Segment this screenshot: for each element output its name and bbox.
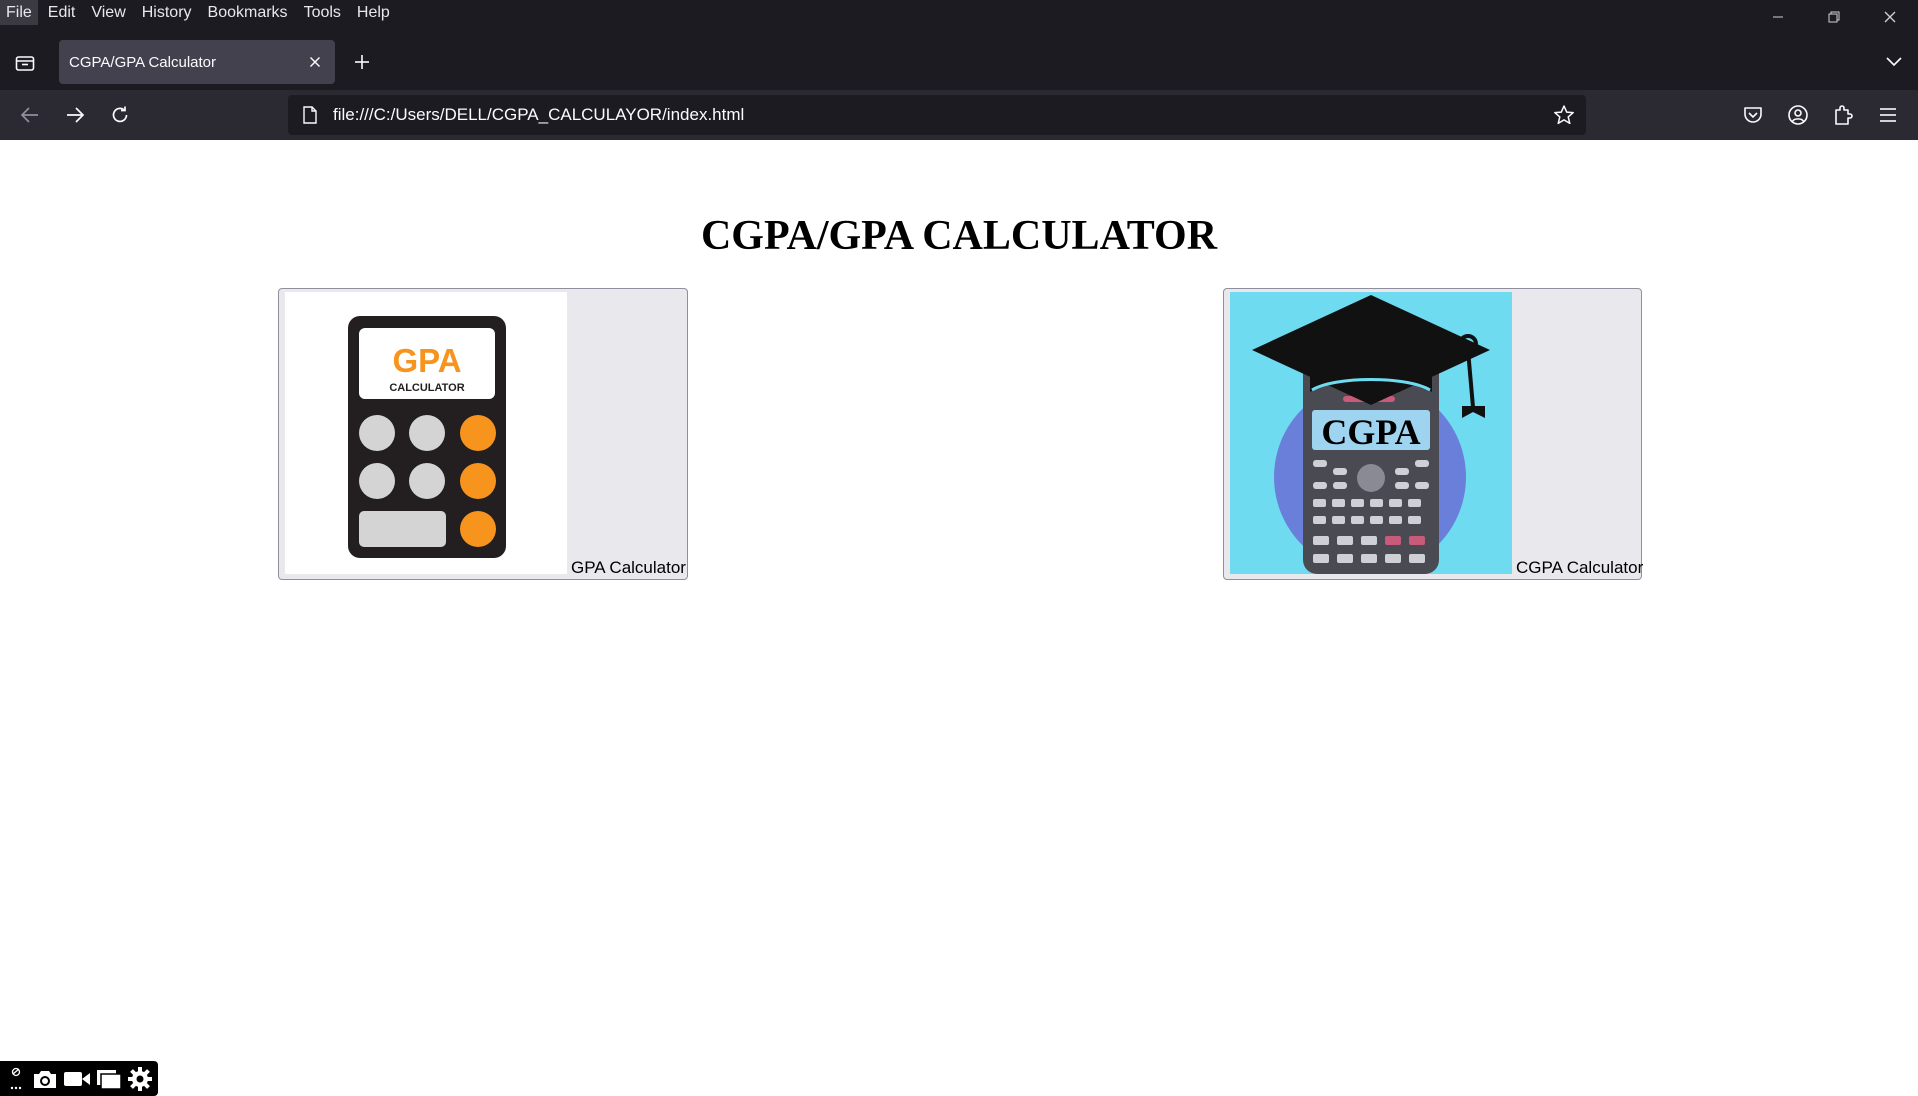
url-bar[interactable]: file:///C:/Users/DELL/CGPA_CALCULAYOR/in… bbox=[288, 95, 1586, 135]
cgpa-calculator-image: CGPA bbox=[1230, 292, 1512, 574]
new-tab-button[interactable] bbox=[348, 48, 376, 76]
close-window-button[interactable] bbox=[1862, 0, 1918, 34]
record-video-button[interactable] bbox=[63, 1064, 91, 1094]
account-icon bbox=[1788, 105, 1808, 125]
menu-view[interactable]: View bbox=[85, 0, 131, 25]
pin-icon bbox=[10, 1067, 21, 1089]
forward-arrow-icon bbox=[67, 107, 85, 123]
page-content: CGPA/GPA CALCULATOR GPA CALCULATOR GPA C… bbox=[0, 140, 1918, 1096]
tab-active[interactable]: CGPA/GPA Calculator bbox=[59, 40, 335, 84]
plus-icon bbox=[355, 55, 369, 69]
reload-icon bbox=[112, 106, 128, 123]
toolbar-right bbox=[1738, 100, 1918, 130]
cgpa-calculator-button[interactable]: CGPA CGPA Calculator bbox=[1223, 288, 1644, 580]
restore-button[interactable] bbox=[1806, 0, 1862, 34]
menu-tools[interactable]: Tools bbox=[298, 0, 347, 25]
menu-history[interactable]: History bbox=[136, 0, 198, 25]
gpa-calculator-image: GPA CALCULATOR bbox=[285, 292, 567, 574]
firefox-view-icon bbox=[15, 56, 35, 71]
menubar: File Edit View History Bookmarks Tools H… bbox=[0, 0, 1918, 25]
page-title: CGPA/GPA CALCULATOR bbox=[700, 213, 1218, 259]
tabbar: CGPA/GPA Calculator bbox=[0, 40, 1918, 88]
restore-icon bbox=[1828, 11, 1840, 23]
navigation-toolbar: file:///C:/Users/DELL/CGPA_CALCULAYOR/in… bbox=[0, 90, 1918, 140]
app-menu-button[interactable] bbox=[1873, 100, 1903, 130]
minimize-button[interactable] bbox=[1750, 0, 1806, 34]
gear-icon bbox=[128, 1066, 152, 1091]
gpa-image-sub-text: CALCULATOR bbox=[389, 382, 464, 394]
close-icon bbox=[310, 57, 320, 67]
gpa-calculator-button[interactable]: GPA CALCULATOR GPA Calculator bbox=[278, 288, 688, 580]
url-text[interactable]: file:///C:/Users/DELL/CGPA_CALCULAYOR/in… bbox=[333, 105, 1550, 125]
bookmark-star-button[interactable] bbox=[1550, 101, 1578, 129]
tab-title: CGPA/GPA Calculator bbox=[69, 53, 216, 71]
tab-close-button[interactable] bbox=[303, 50, 327, 74]
extensions-button[interactable] bbox=[1828, 100, 1858, 130]
cgpa-image-main-text: CGPA bbox=[1321, 412, 1420, 452]
menu-file[interactable]: File bbox=[0, 0, 38, 25]
pocket-icon bbox=[1744, 107, 1762, 123]
settings-button[interactable] bbox=[127, 1064, 153, 1094]
camera-icon bbox=[34, 1070, 56, 1088]
back-button[interactable] bbox=[15, 100, 45, 130]
account-button[interactable] bbox=[1783, 100, 1813, 130]
back-arrow-icon bbox=[20, 107, 38, 123]
menu-edit[interactable]: Edit bbox=[42, 0, 82, 25]
pin-toolbar-button[interactable] bbox=[4, 1064, 27, 1094]
screenshot-toolbar bbox=[0, 1061, 158, 1096]
window-controls bbox=[1750, 0, 1918, 34]
gpa-image-main-text: GPA bbox=[392, 342, 461, 379]
pocket-button[interactable] bbox=[1738, 100, 1768, 130]
window-capture-button[interactable] bbox=[96, 1064, 122, 1094]
menu-bookmarks[interactable]: Bookmarks bbox=[202, 0, 294, 25]
hamburger-menu-icon bbox=[1880, 108, 1896, 122]
page-icon bbox=[300, 105, 320, 125]
puzzle-icon bbox=[1835, 105, 1853, 125]
reload-button[interactable] bbox=[105, 100, 135, 130]
browser-chrome: File Edit View History Bookmarks Tools H… bbox=[0, 0, 1918, 140]
video-camera-icon bbox=[64, 1071, 90, 1086]
windows-icon bbox=[97, 1069, 122, 1090]
star-icon bbox=[1554, 105, 1574, 125]
forward-button[interactable] bbox=[60, 100, 90, 130]
cgpa-calculator-label: CGPA Calculator bbox=[1516, 558, 1644, 577]
menu-help[interactable]: Help bbox=[351, 0, 396, 25]
chevron-down-icon bbox=[1886, 57, 1902, 67]
gpa-calculator-label: GPA Calculator bbox=[571, 558, 686, 577]
close-icon bbox=[1884, 11, 1896, 23]
take-screenshot-button[interactable] bbox=[32, 1064, 58, 1094]
list-all-tabs-button[interactable] bbox=[1880, 48, 1908, 76]
minimize-icon bbox=[1773, 16, 1783, 18]
firefox-view-button[interactable] bbox=[12, 50, 38, 76]
